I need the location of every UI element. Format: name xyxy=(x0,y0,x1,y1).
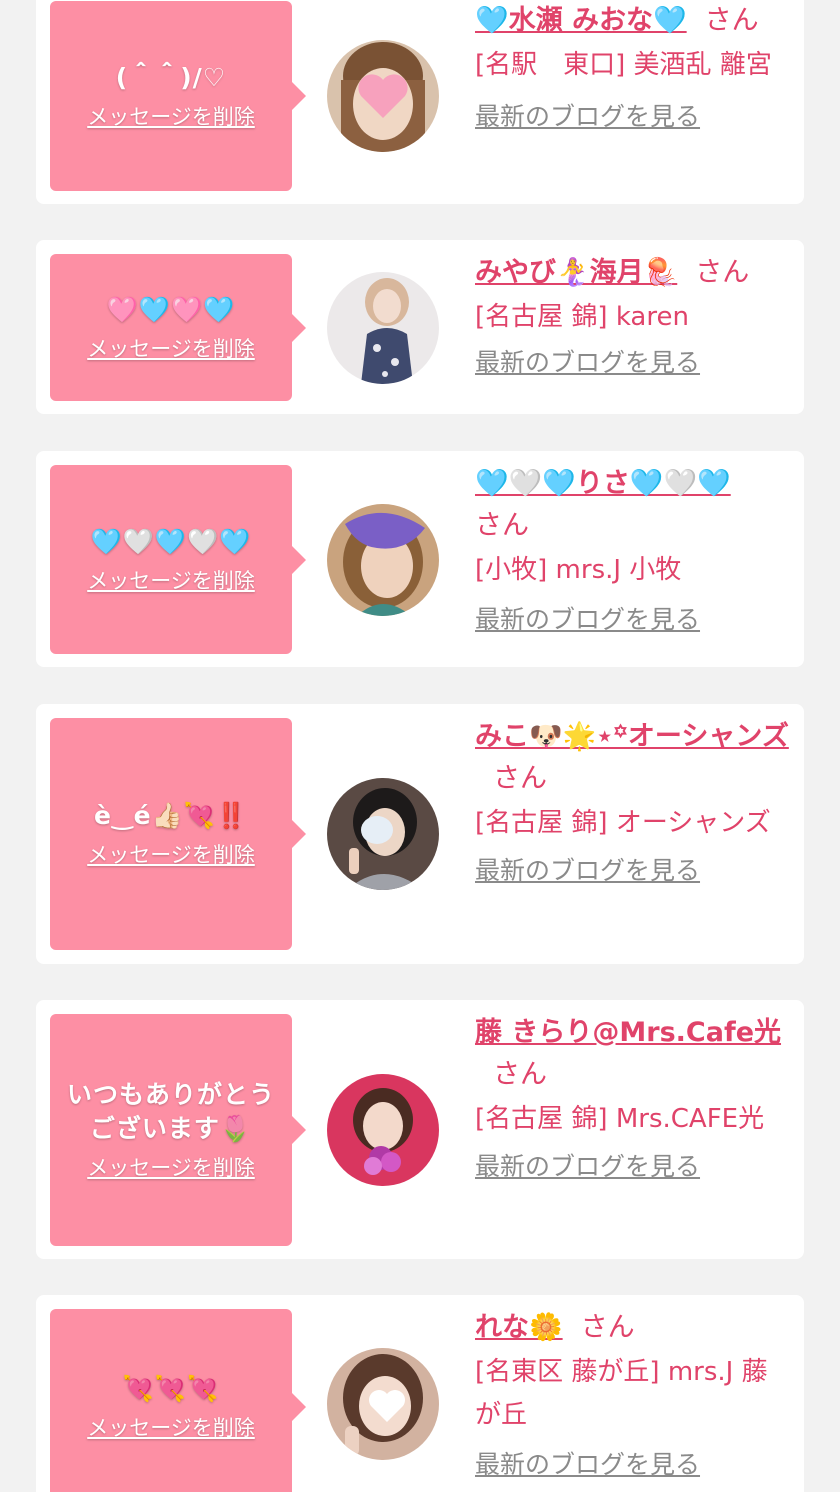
message-text: いつもありがとうございます🌷 xyxy=(66,1080,275,1143)
shop-info: [名駅 東口] 美酒乱 離宮 xyxy=(475,50,772,80)
honorific: さん xyxy=(493,1059,547,1090)
cast-info: れな🌼 さん [名東区 藤が丘] mrs.J 藤が丘 最新のブログを見る xyxy=(475,1307,793,1483)
honorific: さん xyxy=(580,1312,635,1343)
delete-message-button[interactable]: メッセージを削除 xyxy=(87,101,255,131)
cast-card: 🩷🩵🩷🩵 メッセージを削除 みやび🧜‍♀️海月🪼 さん [名古屋 錦] karen… xyxy=(36,240,804,414)
latest-blog-link[interactable]: 最新のブログを見る xyxy=(475,99,700,135)
cast-name-link[interactable]: みやび🧜‍♀️海月🪼 xyxy=(475,257,677,288)
honorific: さん xyxy=(475,510,529,541)
message-text: (＾＾)/♡ xyxy=(115,63,227,92)
delete-message-button[interactable]: メッセージを削除 xyxy=(87,839,255,869)
latest-blog-link[interactable]: 最新のブログを見る xyxy=(475,602,700,638)
cast-card: いつもありがとうございます🌷 メッセージを削除 藤 きらり@Mrs.Cafe光さ… xyxy=(36,1000,804,1259)
cast-name-link[interactable]: 藤 きらり@Mrs.Cafe光 xyxy=(475,1017,781,1048)
cast-name-link[interactable]: 🩵🤍🩵りさ🩵🤍🩵 xyxy=(475,468,731,499)
avatar[interactable] xyxy=(327,1348,439,1460)
delete-message-button[interactable]: メッセージを削除 xyxy=(87,1152,255,1182)
honorific: さん xyxy=(695,257,750,288)
delete-message-button[interactable]: メッセージを削除 xyxy=(87,565,255,595)
cast-card: è‿é👍🏻💘‼️ メッセージを削除 みこ🐶🌟⋆꙳オーシャンズさん [名古屋 錦]… xyxy=(36,704,804,964)
cast-info: 🩵水瀬 みおな🩵 さん [名駅 東口] 美酒乱 離宮 最新のブログを見る xyxy=(475,0,793,135)
avatar[interactable] xyxy=(327,40,439,152)
message-bubble: いつもありがとうございます🌷 メッセージを削除 xyxy=(50,1014,306,1246)
avatar[interactable] xyxy=(327,272,439,384)
cast-card: (＾＾)/♡ メッセージを削除 🩵水瀬 みおな🩵 さん [名駅 東口] 美酒乱 離… xyxy=(36,0,804,204)
message-text: 💘💘💘 xyxy=(122,1373,220,1403)
cast-name-link[interactable]: みこ🐶🌟⋆꙳オーシャンズ xyxy=(475,721,789,752)
avatar[interactable] xyxy=(327,778,439,890)
avatar[interactable] xyxy=(327,1074,439,1186)
cast-info: 🩵🤍🩵りさ🩵🤍🩵 さん [小牧] mrs.J 小牧 最新のブログを見る xyxy=(475,463,793,638)
avatar[interactable] xyxy=(327,504,439,616)
cast-card: 🩵🤍🩵🤍🩵 メッセージを削除 🩵🤍🩵りさ🩵🤍🩵 さん [小牧] mrs.J 小牧 … xyxy=(36,451,804,667)
message-bubble: 💘💘💘 メッセージを削除 xyxy=(50,1309,306,1492)
message-bubble: è‿é👍🏻💘‼️ メッセージを削除 xyxy=(50,718,306,950)
honorific: さん xyxy=(704,5,759,36)
message-text: è‿é👍🏻💘‼️ xyxy=(94,801,248,830)
delete-message-button[interactable]: メッセージを削除 xyxy=(87,1412,255,1442)
cast-card: 💘💘💘 メッセージを削除 れな🌼 さん [名東区 藤が丘] mrs.J 藤が丘 最… xyxy=(36,1295,804,1492)
message-text: 🩵🤍🩵🤍🩵 xyxy=(90,526,252,556)
cast-info: 藤 きらり@Mrs.Cafe光さん [名古屋 錦] Mrs.CAFE光 最新のブ… xyxy=(475,1012,793,1185)
shop-info: [名古屋 錦] karen xyxy=(475,302,689,332)
message-bubble: 🩵🤍🩵🤍🩵 メッセージを削除 xyxy=(50,465,306,654)
latest-blog-link[interactable]: 最新のブログを見る xyxy=(475,345,700,381)
shop-info: [小牧] mrs.J 小牧 xyxy=(475,555,682,585)
cast-info: みこ🐶🌟⋆꙳オーシャンズさん [名古屋 錦] オーシャンズ 最新のブログを見る xyxy=(475,716,793,889)
latest-blog-link[interactable]: 最新のブログを見る xyxy=(475,1149,700,1185)
message-text: 🩷🩵🩷🩵 xyxy=(106,294,236,324)
shop-info: [名古屋 錦] オーシャンズ xyxy=(475,808,771,838)
cast-name-link[interactable]: 🩵水瀬 みおな🩵 xyxy=(475,5,687,36)
honorific: さん xyxy=(493,763,547,794)
cast-name-link[interactable]: れな🌼 xyxy=(475,1312,563,1343)
delete-message-button[interactable]: メッセージを削除 xyxy=(87,333,255,363)
shop-info: [名古屋 錦] Mrs.CAFE光 xyxy=(475,1104,765,1134)
favorite-cast-message-list: (＾＾)/♡ メッセージを削除 🩵水瀬 みおな🩵 さん [名駅 東口] 美酒乱 離… xyxy=(0,0,840,1492)
latest-blog-link[interactable]: 最新のブログを見る xyxy=(475,853,700,889)
message-bubble: (＾＾)/♡ メッセージを削除 xyxy=(50,1,306,191)
message-bubble: 🩷🩵🩷🩵 メッセージを削除 xyxy=(50,254,306,401)
latest-blog-link[interactable]: 最新のブログを見る xyxy=(475,1447,700,1483)
shop-info: [名東区 藤が丘] mrs.J 藤が丘 xyxy=(475,1357,768,1430)
cast-info: みやび🧜‍♀️海月🪼 さん [名古屋 錦] karen 最新のブログを見る xyxy=(475,252,793,381)
